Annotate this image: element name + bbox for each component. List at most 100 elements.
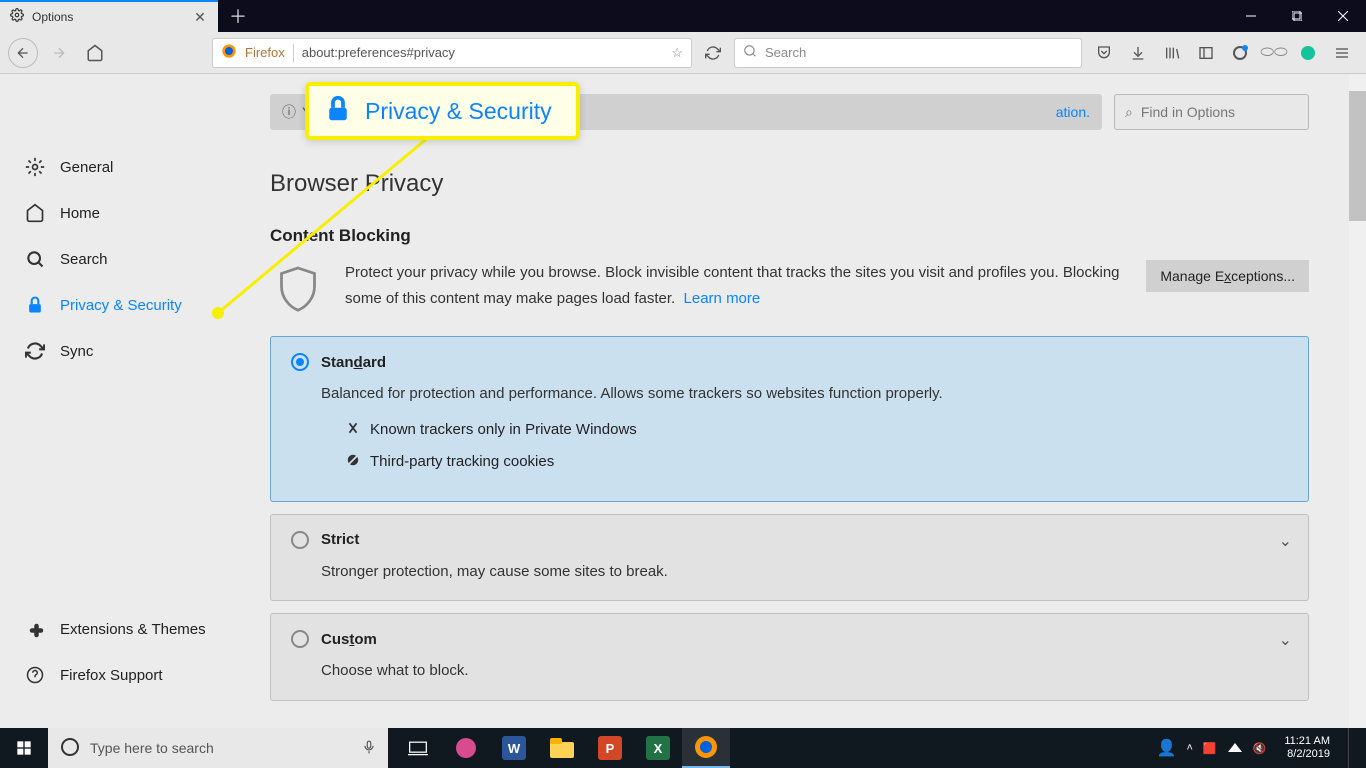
sidebar-item-privacy[interactable]: Privacy & Security [0, 282, 240, 328]
sidebar-item-home[interactable]: Home [0, 190, 240, 236]
reload-button[interactable] [698, 38, 728, 68]
pocket-icon[interactable] [1094, 43, 1114, 63]
find-placeholder: Find in Options [1141, 104, 1235, 120]
option-standard[interactable]: Standard Balanced for protection and per… [270, 336, 1309, 502]
tab-title: Options [32, 10, 184, 24]
search-icon [743, 44, 757, 61]
system-tray: 👤 ˄ 🟥 🔇 11:21 AM 8/2/2019 [1153, 728, 1366, 768]
sidebar-icon[interactable] [1196, 43, 1216, 63]
tray-network-icon[interactable] [1227, 741, 1243, 756]
manage-exceptions-button[interactable]: Manage Exceptions... [1146, 260, 1309, 292]
radio-standard[interactable] [291, 353, 309, 371]
gear-icon [10, 8, 24, 27]
search-placeholder: Search [765, 45, 806, 60]
sidebar-item-general[interactable]: General [0, 144, 240, 190]
callout-label: Privacy & Security [365, 98, 552, 125]
sidebar-item-label: Privacy & Security [60, 297, 182, 314]
sync-icon [24, 340, 46, 362]
content-blocking-description: Protect your privacy while you browse. B… [345, 260, 1126, 316]
search-bar[interactable]: Search [734, 38, 1082, 68]
tray-chevron-icon[interactable]: ˄ [1186, 742, 1192, 754]
option-custom[interactable]: ⌄ Custom Choose what to block. [270, 613, 1309, 701]
sidebar-item-sync[interactable]: Sync [0, 328, 240, 374]
separator [293, 44, 294, 62]
hamburger-menu-icon[interactable] [1332, 43, 1352, 63]
scrollbar[interactable] [1349, 74, 1366, 728]
learn-more-link[interactable]: Learn more [684, 290, 761, 307]
sidebar-item-support[interactable]: Firefox Support [0, 652, 240, 698]
app-firefox-icon[interactable] [682, 728, 730, 768]
sidebar-item-extensions[interactable]: Extensions & Themes [0, 606, 240, 652]
radio-strict[interactable] [291, 531, 309, 549]
start-button[interactable] [0, 740, 48, 756]
list-item: Third-party tracking cookies [346, 453, 1288, 471]
home-icon [24, 202, 46, 224]
app-excel-icon[interactable]: X [634, 728, 682, 768]
sidebar-item-label: Firefox Support [60, 667, 163, 684]
sidebar-item-label: Extensions & Themes [60, 621, 206, 638]
tray-volume-icon[interactable]: 🔇 [1253, 742, 1267, 755]
shield-icon [270, 260, 325, 316]
tray-notifications-icon[interactable] [1348, 728, 1362, 768]
library-icon[interactable] [1162, 43, 1182, 63]
banner-link[interactable]: ation. [1056, 104, 1090, 120]
window-titlebar: Options ✕ ＋ [0, 0, 1366, 32]
firefox-logo-icon [221, 43, 237, 62]
app-snip-icon[interactable] [442, 728, 490, 768]
mask-icon[interactable]: ⬭⬭ [1264, 43, 1284, 63]
find-in-options[interactable]: ⌕ Find in Options [1114, 94, 1309, 130]
option-desc: Choose what to block. [321, 658, 1288, 684]
home-button[interactable] [80, 38, 110, 68]
app-explorer-icon[interactable] [538, 728, 586, 768]
maximize-button[interactable] [1274, 0, 1320, 32]
browser-navbar: Firefox about:preferences#privacy ☆ Sear… [0, 32, 1366, 74]
option-desc: Balanced for protection and performance.… [321, 381, 1288, 407]
taskbar-search[interactable]: Type here to search [48, 728, 388, 768]
close-tab-icon[interactable]: ✕ [192, 9, 208, 25]
sidebar-item-label: Home [60, 205, 100, 222]
back-button[interactable] [8, 38, 38, 68]
sidebar-item-label: Sync [60, 343, 93, 360]
gear-icon [24, 156, 46, 178]
app-word-icon[interactable]: W [490, 728, 538, 768]
app-powerpoint-icon[interactable]: P [586, 728, 634, 768]
svg-text:X: X [654, 741, 663, 756]
taskview-icon[interactable] [394, 728, 442, 768]
chevron-down-icon[interactable]: ⌄ [1279, 531, 1292, 551]
lock-icon [323, 94, 353, 129]
option-title: Strict [321, 531, 359, 548]
svg-text:W: W [508, 741, 521, 756]
identity-label: Firefox [245, 45, 285, 60]
mic-icon[interactable] [362, 738, 376, 759]
forward-button[interactable] [44, 38, 74, 68]
option-title: Standard [321, 354, 386, 371]
option-strict[interactable]: ⌄ Strict Stronger protection, may cause … [270, 514, 1309, 602]
url-bar[interactable]: Firefox about:preferences#privacy ☆ [212, 38, 692, 68]
sidebar-item-search[interactable]: Search [0, 236, 240, 282]
lock-icon [24, 294, 46, 316]
main-panel: ⓘ Y ation. ⌕ Find in Options Browser Pri… [240, 74, 1349, 728]
radio-custom[interactable] [291, 630, 309, 648]
tray-security-icon[interactable]: 🟥 [1203, 742, 1217, 755]
new-tab-button[interactable]: ＋ [218, 0, 258, 32]
option-title: Custom [321, 631, 377, 648]
tray-clock[interactable]: 11:21 AM 8/2/2019 [1276, 735, 1338, 761]
grammarly-icon[interactable] [1298, 43, 1318, 63]
option-desc: Stronger protection, may cause some site… [321, 559, 1288, 585]
search-icon [24, 248, 46, 270]
chevron-down-icon[interactable]: ⌄ [1279, 630, 1292, 650]
close-window-button[interactable] [1320, 0, 1366, 32]
extension-dot-icon[interactable] [1230, 43, 1250, 63]
sidebar: General Home Search Privacy & Security S… [0, 74, 240, 728]
scrollbar-thumb[interactable] [1349, 91, 1366, 221]
list-item: Known trackers only in Private Windows [346, 421, 1288, 439]
bookmark-star-icon[interactable]: ☆ [671, 45, 683, 61]
browser-tab[interactable]: Options ✕ [0, 0, 218, 32]
trackers-icon [346, 421, 360, 439]
downloads-icon[interactable] [1128, 43, 1148, 63]
minimize-button[interactable] [1228, 0, 1274, 32]
search-icon: ⌕ [1125, 104, 1133, 121]
window-controls [1228, 0, 1366, 32]
people-icon[interactable]: 👤 [1157, 738, 1177, 758]
toolbar-icons: ⬭⬭ [1088, 43, 1358, 63]
